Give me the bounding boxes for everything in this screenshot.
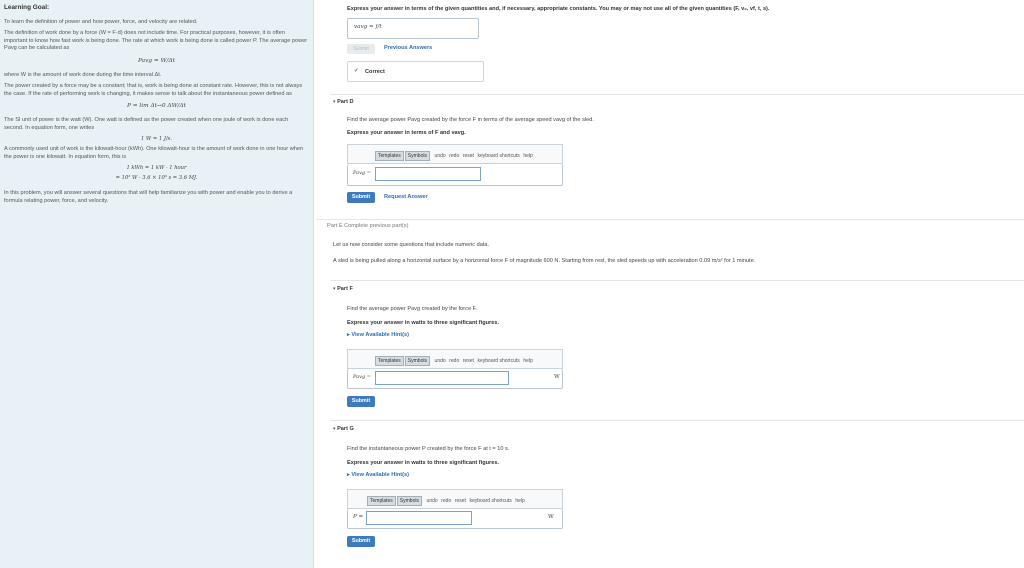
parte-intro: Let us now consider some questions that … (333, 242, 490, 248)
question-panel: Express your answer in terms of the give… (316, 0, 1024, 568)
partd-math-toolbar: Templates Symbols undo redo reset keyboar… (347, 144, 563, 164)
paragraph-1: The definition of work done by a force (… (4, 30, 308, 52)
partf-answer-area: Pavg = W (347, 369, 563, 389)
help-button[interactable]: help (523, 153, 532, 159)
partf-divider (330, 280, 1024, 281)
partg-unit: W (548, 514, 554, 520)
parte-scenario: A sled is being pulled along a horizonta… (333, 258, 756, 264)
caret-down-icon: ▾ (333, 286, 336, 292)
partd-answer-area: Pavg = (347, 164, 563, 186)
partf-math-toolbar: Templates Symbols undo redo reset keyboar… (347, 349, 563, 369)
correct-feedback: ✓ Correct (347, 61, 484, 82)
undo-button[interactable]: undo (435, 153, 446, 159)
partc-answer: vavg = f/t (354, 24, 382, 30)
check-icon: ✓ (354, 68, 359, 74)
partf-unit: W (554, 374, 560, 380)
keyboard-shortcuts-button[interactable]: keyboard shortcuts (470, 498, 512, 504)
templates-button[interactable]: Templates (375, 356, 404, 366)
paragraph-5: A commonly used unit of work is the kilo… (4, 146, 304, 160)
partg-answer-input[interactable] (366, 511, 472, 525)
partd-answer-input[interactable] (375, 167, 481, 181)
partc-submit-button[interactable]: Submit (347, 44, 375, 54)
symbols-button[interactable]: Symbols (404, 356, 430, 366)
partf-answer-input[interactable] (375, 371, 509, 385)
caret-down-icon: ▾ (333, 99, 336, 105)
reset-button[interactable]: reset (463, 153, 474, 159)
equation-watt: 1 W = 1 J/s. (140, 136, 172, 143)
partg-divider (330, 420, 1024, 421)
undo-button[interactable]: undo (435, 358, 446, 364)
intro-text: To learn the definition of power and how… (4, 18, 198, 25)
equation-instantaneous-power: P = lim Δt→0 ΔW/Δt (126, 103, 186, 110)
learning-goal-panel: Learning Goal: To learn the definition o… (0, 0, 314, 568)
partf-hint-label: View Available Hint(s) (351, 332, 409, 338)
redo-button[interactable]: redo (441, 498, 451, 504)
request-answer-link[interactable]: Request Answer (384, 194, 428, 200)
partg-header[interactable]: ▾ Part G (333, 426, 354, 432)
keyboard-shortcuts-button[interactable]: keyboard shortcuts (478, 153, 520, 159)
partf-instruction: Express your answer in watts to three si… (347, 320, 500, 326)
partc-prompt: Express your answer in terms of the give… (347, 6, 770, 12)
partg-hint-link[interactable]: ▸ View Available Hint(s) (347, 472, 409, 478)
partf-hint-link[interactable]: ▸ View Available Hint(s) (347, 332, 409, 338)
equation-average-power: Pavg = W/Δt (137, 57, 176, 64)
partf-submit-button[interactable]: Submit (347, 396, 375, 407)
partd-divider (330, 94, 1024, 95)
reset-button[interactable]: reset (455, 498, 466, 504)
learning-goal-title: Learning Goal: (4, 4, 50, 11)
keyboard-shortcuts-button[interactable]: keyboard shortcuts (478, 358, 520, 364)
partg-math-toolbar: Templates Symbols undo redo reset keyboar… (347, 489, 563, 509)
partg-label: Part G (337, 426, 354, 432)
symbols-button[interactable]: Symbols (396, 496, 422, 506)
help-button[interactable]: help (523, 358, 532, 364)
paragraph-6: In this problem, you will answer several… (4, 190, 293, 204)
symbols-button[interactable]: Symbols (404, 151, 430, 161)
partd-label: Part D (337, 99, 354, 105)
paragraph-2: where W is the amount of work done durin… (4, 71, 162, 78)
equation-kwh-value: = 10³ W · 3.6 × 10³ s = 3.6 MJ. (115, 175, 198, 182)
partf-label: Part F (337, 286, 353, 292)
equation-kwh: 1 kWh = 1 kW · 1 hour (126, 165, 187, 172)
partd-instruction: Express your answer in terms of F and va… (347, 130, 466, 136)
partf-question: Find the average power Pavg created by t… (347, 306, 477, 312)
partg-hint-label: View Available Hint(s) (351, 472, 409, 478)
partf-header[interactable]: ▾ Part F (333, 286, 353, 292)
reset-button[interactable]: reset (463, 358, 474, 364)
partf-var-label: Pavg = (353, 374, 371, 380)
partd-question: Find the average power Pavg created by t… (347, 117, 594, 123)
parte-status: Part E Complete previous part(s) (327, 223, 409, 229)
templates-button[interactable]: Templates (367, 496, 396, 506)
partd-submit-button[interactable]: Submit (347, 192, 375, 203)
redo-button[interactable]: redo (449, 153, 459, 159)
correct-label: Correct (365, 69, 385, 75)
parte-divider (316, 219, 1024, 220)
paragraph-3: The power created by a force may be a co… (4, 83, 303, 97)
paragraph-4: The SI unit of power is the watt (W). On… (4, 117, 289, 131)
partg-var-label: P = (353, 514, 364, 520)
undo-button[interactable]: undo (427, 498, 438, 504)
partg-submit-button[interactable]: Submit (347, 536, 375, 547)
partd-header[interactable]: ▾ Part D (333, 99, 354, 105)
help-button[interactable]: help (515, 498, 524, 504)
partg-instruction: Express your answer in watts to three si… (347, 460, 500, 466)
redo-button[interactable]: redo (449, 358, 459, 364)
caret-down-icon: ▾ (333, 426, 336, 432)
partg-answer-area: P = W (347, 509, 563, 529)
partc-answer-box: vavg = f/t (347, 18, 479, 39)
partd-var-label: Pavg = (353, 170, 371, 176)
partg-question: Find the instantaneous power P created b… (347, 446, 510, 452)
templates-button[interactable]: Templates (375, 151, 404, 161)
previous-answers-link[interactable]: Previous Answers (384, 45, 432, 51)
